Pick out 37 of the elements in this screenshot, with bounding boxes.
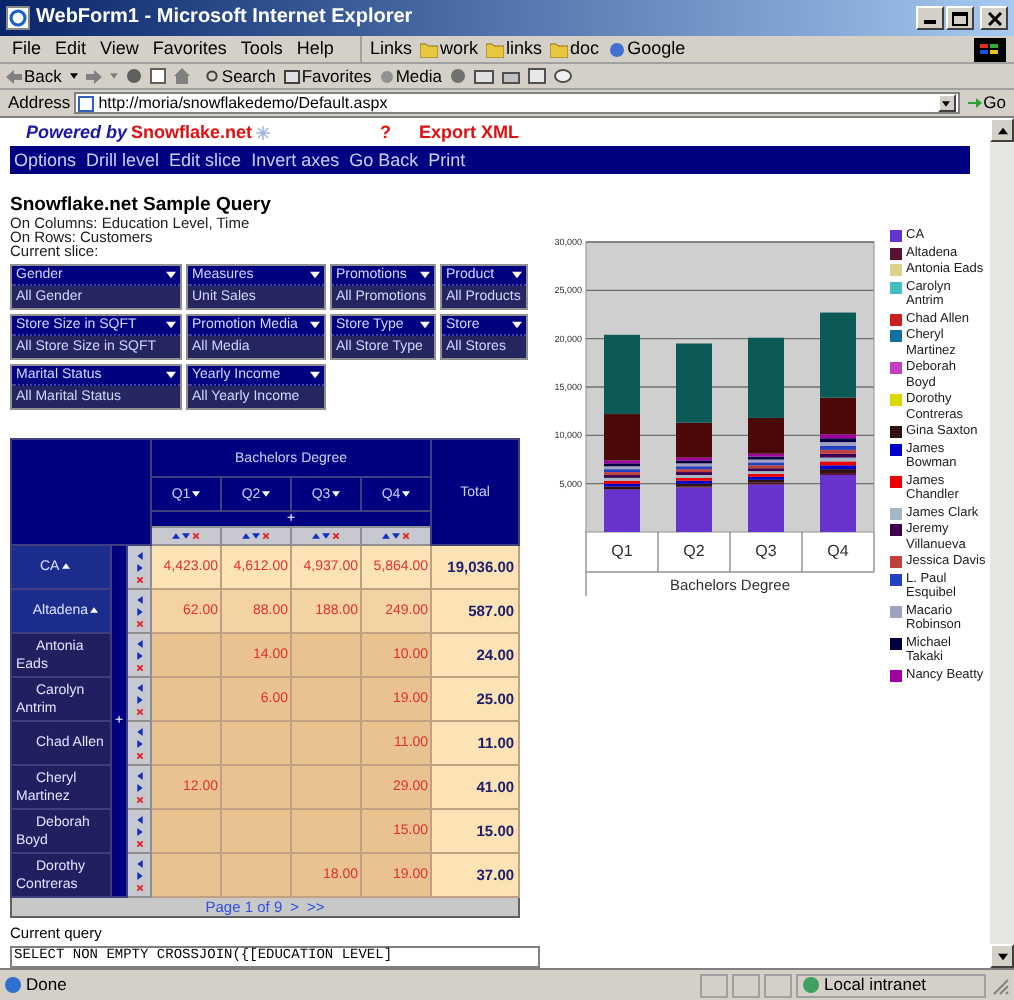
link-item[interactable]: doc bbox=[570, 40, 600, 58]
media-button[interactable]: Media bbox=[379, 67, 442, 85]
query-title: Snowflake.net Sample Query bbox=[10, 196, 273, 216]
menu-item[interactable]: Help bbox=[296, 40, 334, 58]
link-item[interactable]: links bbox=[506, 40, 543, 58]
x-category-label: Q2 bbox=[683, 542, 705, 560]
powered-by-label: Powered by bbox=[26, 124, 128, 142]
favorites-button[interactable]: Favorites bbox=[283, 67, 372, 85]
link-item[interactable]: Google bbox=[627, 40, 686, 58]
security-zone-text: Local intranet bbox=[824, 976, 927, 994]
brand-name[interactable]: Snowflake.net bbox=[131, 124, 253, 142]
help-link[interactable]: ? bbox=[380, 124, 392, 142]
nav-link[interactable]: Go Back bbox=[349, 151, 419, 169]
menu-item[interactable]: View bbox=[100, 40, 139, 58]
nav-link[interactable]: Options bbox=[14, 151, 77, 169]
go-button[interactable]: Go bbox=[963, 94, 1010, 112]
menu-item[interactable]: Favorites bbox=[152, 40, 227, 58]
links-label: Links bbox=[370, 40, 413, 58]
url-text: http://moria/snowflakedemo/Default.aspx bbox=[98, 95, 388, 111]
status-text: Done bbox=[26, 976, 67, 994]
export-xml-link[interactable]: Export XML bbox=[419, 124, 520, 142]
x-category-label: Q3 bbox=[755, 542, 777, 560]
nav-link[interactable]: Invert axes bbox=[251, 151, 340, 169]
search-button[interactable]: Search bbox=[205, 67, 276, 85]
menu-item[interactable]: Edit bbox=[55, 40, 87, 58]
link-item[interactable]: work bbox=[440, 40, 479, 58]
x-category-label: Q4 bbox=[827, 542, 849, 560]
nav-link[interactable]: Edit slice bbox=[169, 151, 242, 169]
address-label: Address bbox=[8, 94, 71, 112]
window-title: WebForm1 - Microsoft Internet Explorer bbox=[36, 8, 413, 28]
nav-link[interactable]: Drill level bbox=[86, 151, 160, 169]
menu-item[interactable]: Tools bbox=[240, 40, 283, 58]
x-category-label: Q1 bbox=[611, 542, 633, 560]
nav-link[interactable]: Print bbox=[428, 151, 466, 169]
address-field[interactable]: http://moria/snowflakedemo/Default.aspx bbox=[74, 92, 960, 114]
back-button[interactable]: Back bbox=[6, 67, 62, 85]
menu-item[interactable]: File bbox=[12, 40, 42, 58]
